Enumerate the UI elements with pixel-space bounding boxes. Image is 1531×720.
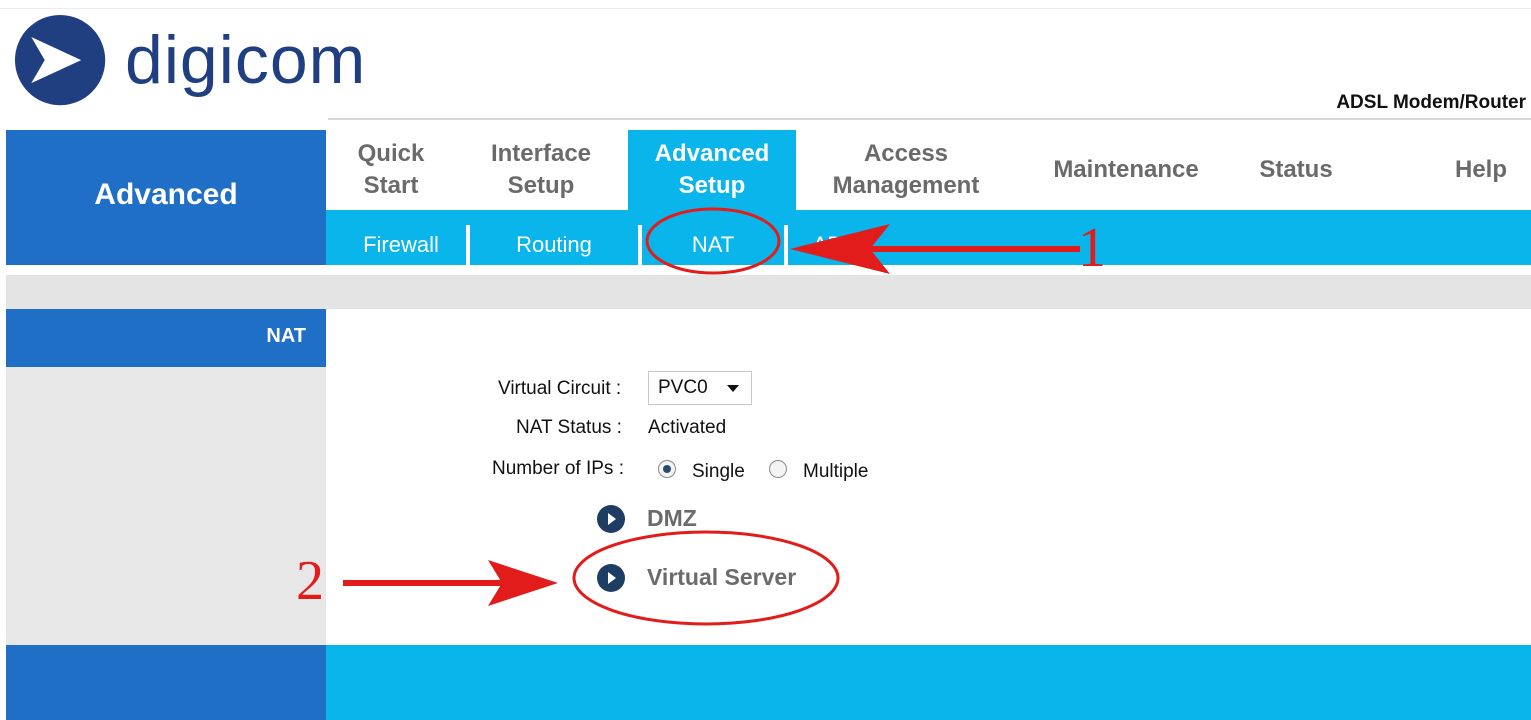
- subnav-label: NAT: [691, 232, 735, 257]
- dmz-arrow-icon[interactable]: [597, 505, 625, 533]
- logo: [14, 14, 106, 106]
- gray-band: [6, 275, 1531, 309]
- dmz-link[interactable]: DMZ: [647, 505, 697, 532]
- radio-multiple[interactable]: [769, 460, 787, 478]
- nav-label: Advanced Setup: [654, 140, 770, 199]
- main-nav: Quick Start Interface Setup Advanced Set…: [326, 130, 1531, 210]
- nav-quick-start[interactable]: Quick Start: [326, 130, 456, 210]
- nav-access-management[interactable]: Access Management: [816, 130, 996, 210]
- subnav-firewall[interactable]: Firewall: [336, 225, 470, 265]
- subnav-adsl[interactable]: AD: [788, 225, 868, 265]
- section-title: Advanced: [94, 178, 238, 211]
- footer-left: [6, 645, 326, 720]
- radio-single[interactable]: [658, 460, 676, 478]
- nav-label: Help: [1454, 156, 1507, 183]
- header-top-line: [0, 8, 1531, 9]
- nav-interface-setup[interactable]: Interface Setup: [466, 130, 616, 210]
- virtual-circuit-label: Virtual Circuit :: [498, 378, 622, 399]
- footer-right: [326, 645, 1531, 720]
- subnav-routing[interactable]: Routing: [470, 225, 642, 265]
- nat-status-label: NAT Status :: [516, 417, 622, 438]
- subnav-nat[interactable]: NAT: [642, 225, 788, 265]
- num-ips-label: Number of IPs :: [492, 458, 624, 479]
- sub-nav: Firewall Routing NAT AD: [326, 210, 1531, 265]
- annotation-number-1: 1: [1078, 217, 1106, 279]
- nav-label: Quick Start: [357, 140, 425, 199]
- subnav-label: AD: [812, 232, 844, 257]
- annotation-number-2: 2: [296, 550, 324, 612]
- chevron-down-icon: [727, 385, 739, 392]
- nav-status[interactable]: Status: [1246, 130, 1346, 210]
- virtual-circuit-value: PVC0: [658, 377, 708, 398]
- virtual-circuit-select[interactable]: PVC0: [648, 371, 752, 405]
- radio-single-label: Single: [692, 461, 745, 482]
- radio-multiple-label: Multiple: [803, 461, 869, 482]
- nav-label: Status: [1259, 156, 1333, 183]
- subnav-label: Firewall: [363, 232, 439, 257]
- nat-status-value: Activated: [648, 417, 727, 438]
- nav-help[interactable]: Help: [1436, 130, 1526, 210]
- subnav-label: Routing: [516, 232, 592, 257]
- nav-label: Maintenance: [1053, 156, 1199, 183]
- virtual-server-arrow-icon[interactable]: [597, 564, 625, 592]
- header-divider: [328, 118, 1531, 120]
- arrow-2-head: [488, 560, 558, 606]
- nav-maintenance[interactable]: Maintenance: [1031, 130, 1221, 210]
- nav-label: Access Management: [832, 140, 980, 199]
- logo-text: digicom: [125, 22, 367, 98]
- virtual-server-link[interactable]: Virtual Server: [647, 564, 796, 591]
- nav-advanced-setup[interactable]: Advanced Setup: [628, 130, 796, 210]
- product-name: ADSL Modem/Router: [1336, 92, 1526, 113]
- nav-label: Interface Setup: [490, 140, 592, 199]
- left-panel-label: NAT: [266, 325, 306, 347]
